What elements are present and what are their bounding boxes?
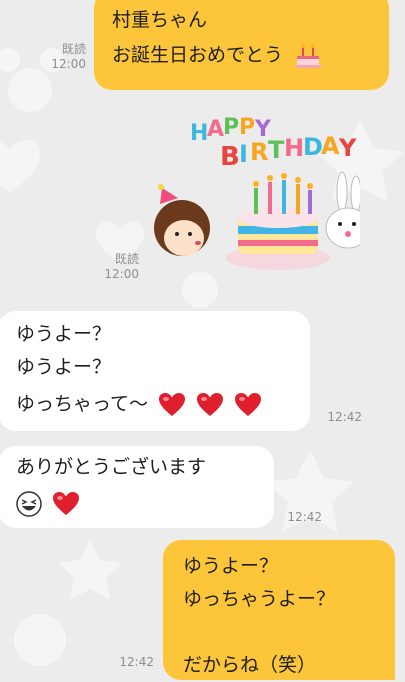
svg-text:P: P: [223, 115, 239, 140]
birthday-sticker[interactable]: HA PP Y BI RT HD AY: [150, 100, 371, 280]
message-line: ゆうよー？: [183, 555, 279, 577]
message-line: ゆうよー？: [16, 323, 112, 345]
message-line: だからね（笑）: [183, 654, 317, 676]
birthday-sticker-image: HA PP Y BI RT HD AY: [154, 115, 371, 270]
message-text: ゆっちゃって〜: [16, 393, 149, 415]
heart-icon: [159, 392, 186, 416]
message-line: ゆっちゃって〜: [16, 384, 310, 424]
message-line: 村重ちゃん: [112, 9, 208, 31]
laughing-face-icon: [16, 490, 42, 517]
read-receipt: 既読: [61, 42, 86, 56]
svg-text:A: A: [207, 117, 224, 142]
read-receipt: 既読: [114, 252, 139, 266]
message-line: [16, 484, 274, 522]
message-line: ありがとうございます: [16, 456, 207, 478]
svg-text:Y: Y: [338, 134, 357, 162]
message-line: お誕生日おめでとう: [112, 37, 371, 73]
message-meta: 既読 12:00: [97, 252, 139, 282]
svg-text:P: P: [239, 115, 255, 140]
svg-text:H: H: [284, 134, 304, 162]
heart-icon: [53, 491, 80, 515]
svg-text:I: I: [239, 140, 248, 168]
heart-icon: [235, 392, 262, 416]
timestamp: 12:42: [119, 655, 154, 669]
timestamp: 12:00: [104, 267, 139, 281]
message-outgoing-2[interactable]: ゆうよー？ ゆっちゃうよー？ だからね（笑）: [163, 540, 395, 680]
heart-icon: [197, 392, 224, 416]
message-incoming-1[interactable]: ゆうよー？ ゆうよー？ ゆっちゃって〜: [0, 311, 310, 431]
timestamp: 12:00: [51, 57, 86, 71]
timestamp: 12:42: [287, 510, 322, 524]
message-outgoing-1[interactable]: 村重ちゃん お誕生日おめでとう: [94, 0, 389, 90]
svg-text:A: A: [321, 132, 340, 160]
svg-text:H: H: [190, 121, 208, 146]
message-line: ゆっちゃうよー？: [183, 588, 336, 610]
cake-icon: [295, 43, 322, 68]
message-meta: 既読 12:00: [44, 42, 86, 72]
message-text: お誕生日おめでとう: [112, 44, 284, 66]
svg-text:R: R: [250, 138, 268, 166]
svg-text:D: D: [303, 133, 323, 161]
message-incoming-2[interactable]: ありがとうございます: [0, 446, 274, 528]
message-line: ゆうよー？: [16, 356, 112, 378]
message-line: [183, 616, 395, 649]
svg-text:T: T: [268, 136, 285, 164]
svg-text:B: B: [220, 142, 240, 172]
timestamp: 12:42: [327, 410, 362, 424]
